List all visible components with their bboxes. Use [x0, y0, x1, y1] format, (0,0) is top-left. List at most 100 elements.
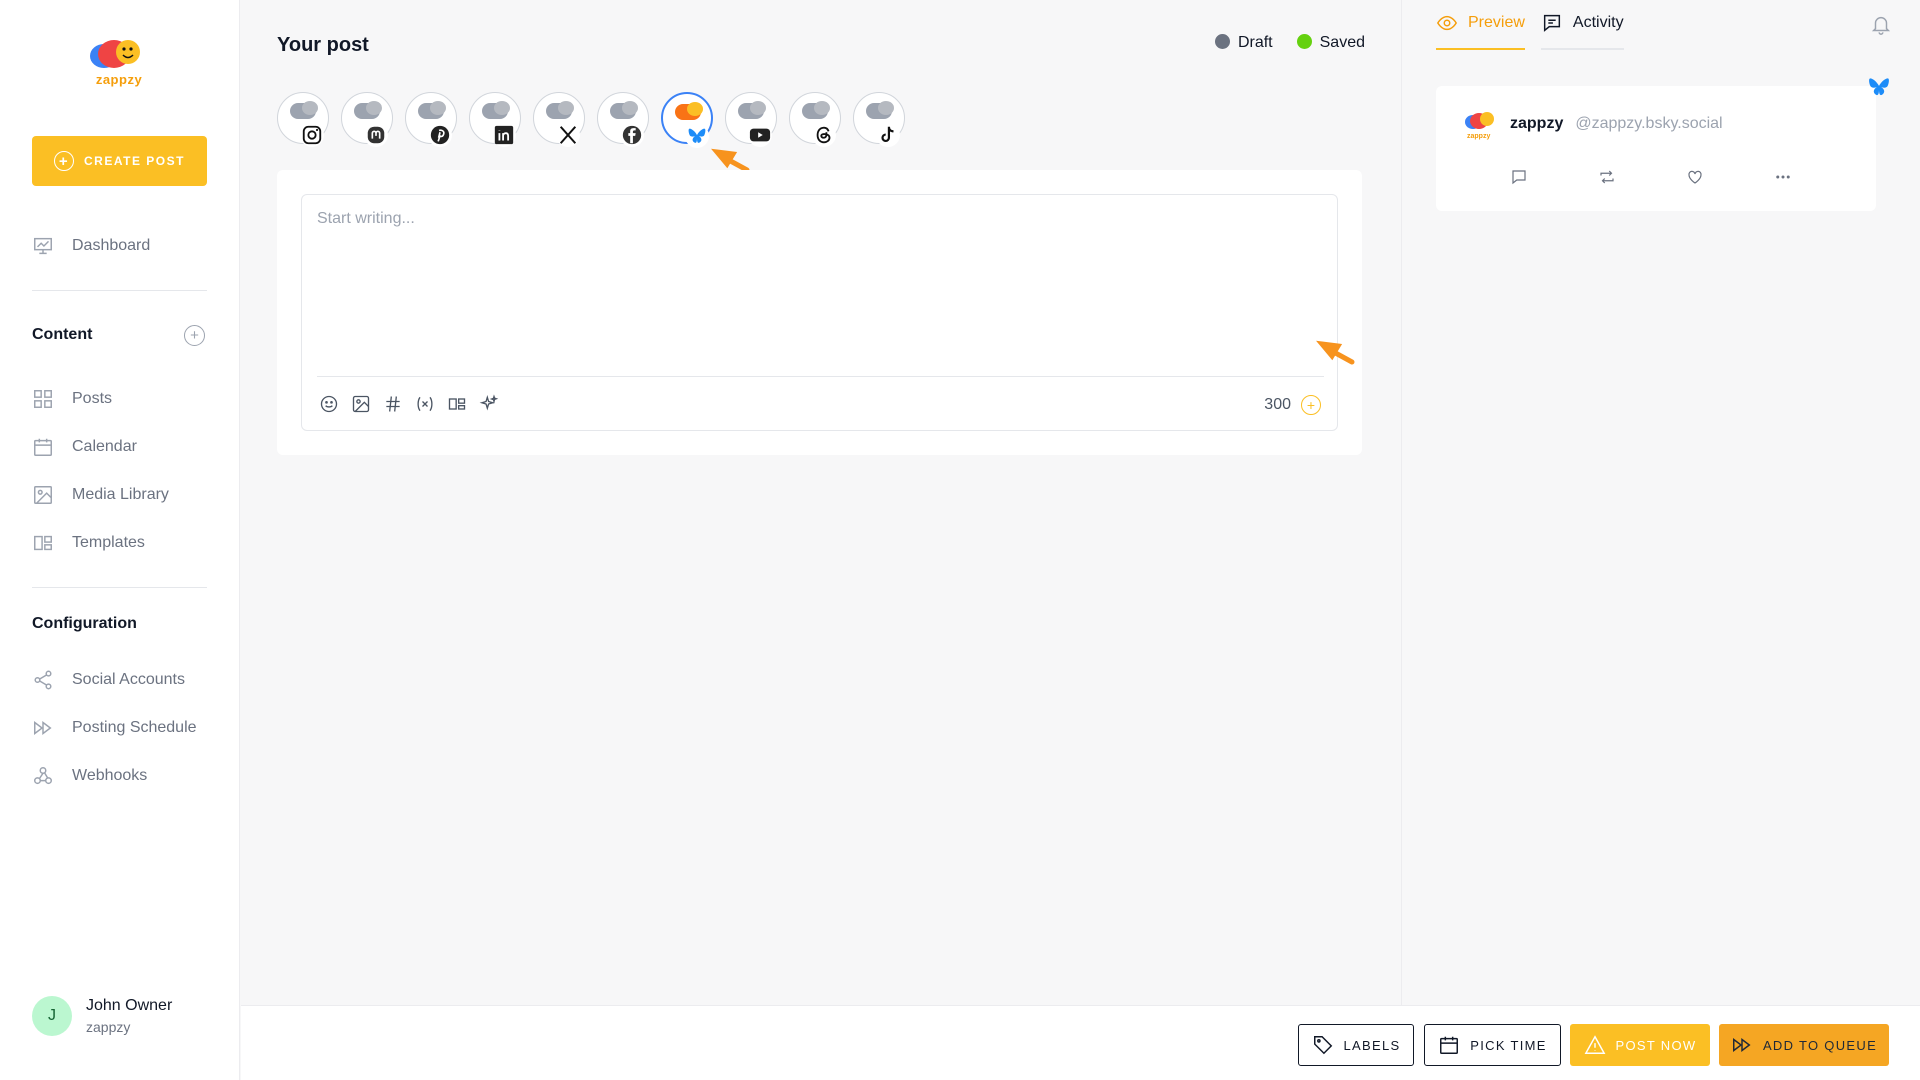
account-x[interactable] [533, 92, 585, 147]
post-now-button[interactable]: POST NOW [1570, 1024, 1710, 1066]
sidebar-divider [32, 290, 207, 291]
tiktok-icon [876, 123, 900, 147]
create-post-button[interactable]: + CREATE POST [32, 136, 207, 186]
svg-text:zappzy: zappzy [1467, 133, 1490, 140]
tab-preview[interactable]: Preview [1436, 0, 1525, 50]
fast-forward-icon [1732, 1038, 1751, 1052]
ai-assist-button[interactable] [478, 393, 500, 415]
character-count: 300 [1264, 396, 1291, 413]
sidebar-item-posts[interactable]: Posts [32, 388, 112, 410]
preview-tabs: Preview Activity [1436, 0, 1624, 50]
zappzy-logo-icon [90, 40, 140, 68]
image-icon [352, 395, 370, 413]
account-facebook[interactable] [597, 92, 649, 147]
account-pinterest[interactable] [405, 92, 457, 147]
sidebar: zappzy + CREATE POST Dashboard Content +… [0, 0, 240, 1080]
more-icon[interactable] [1774, 168, 1792, 186]
post-editor-area: Your post Draft Saved Start writing... 3… [241, 0, 1401, 1005]
status-dot-icon [1214, 34, 1230, 49]
calendar-icon [34, 438, 52, 456]
notifications-button[interactable] [1870, 14, 1892, 36]
hashtag-icon [386, 396, 400, 412]
brand-logo[interactable]: zappzy [84, 36, 154, 92]
sidebar-item-media-library[interactable]: Media Library [32, 484, 169, 506]
sidebar-item-webhooks[interactable]: Webhooks [32, 765, 147, 787]
media-button[interactable] [350, 393, 372, 415]
user-organization: zappzy [86, 1019, 131, 1035]
sidebar-item-social-accounts[interactable]: Social Accounts [32, 669, 185, 691]
pinterest-icon [428, 123, 452, 147]
status-saved: Saved [1296, 34, 1365, 52]
post-status: Draft Saved [1214, 34, 1365, 52]
calendar-icon [1440, 1036, 1459, 1054]
post-editor: 300 + [301, 194, 1338, 431]
editor-toolbar [318, 393, 500, 415]
sidebar-item-label: Dashboard [72, 237, 151, 254]
repost-icon[interactable] [1598, 168, 1616, 186]
account-threads[interactable] [789, 92, 841, 147]
x-icon [556, 123, 580, 147]
post-text-input[interactable] [317, 210, 1317, 360]
add-content-button[interactable]: + [184, 325, 205, 346]
user-profile[interactable]: J John Owner zappzy [32, 996, 172, 1036]
preview-panel: Preview Activity zappzy zappzy @zappzy.b… [1401, 0, 1920, 1005]
bluesky-post-preview: zappzy zappzy @zappzy.bsky.social [1436, 86, 1876, 211]
grid-icon [34, 390, 52, 408]
eye-icon [1436, 15, 1458, 31]
bell-icon [1871, 17, 1891, 35]
account-bluesky[interactable] [661, 92, 713, 148]
sidebar-item-templates[interactable]: Templates [32, 532, 145, 554]
fast-forward-icon [34, 721, 52, 735]
preview-display-name: zappzy [1510, 115, 1564, 132]
configuration-section-title: Configuration [32, 615, 137, 632]
sidebar-item-label: Social Accounts [72, 671, 185, 688]
sidebar-item-posting-schedule[interactable]: Posting Schedule [32, 717, 197, 739]
image-icon [34, 486, 52, 504]
account-selector [277, 92, 905, 148]
facebook-icon [620, 123, 644, 147]
user-name: John Owner [86, 997, 173, 1014]
create-post-label: CREATE POST [84, 154, 185, 168]
sidebar-item-calendar[interactable]: Calendar [32, 436, 137, 458]
add-thread-button[interactable]: + [1301, 395, 1321, 415]
action-bar: LABELS PICK TIME POST NOW ADD TO QUEUE [241, 1005, 1920, 1080]
pick-time-button[interactable]: PICK TIME [1424, 1024, 1561, 1066]
hashtag-button[interactable] [382, 393, 404, 415]
sparkles-icon [479, 394, 499, 411]
tag-icon [1313, 1036, 1332, 1055]
mastodon-icon [364, 123, 388, 147]
sidebar-item-dashboard[interactable]: Dashboard [32, 235, 150, 257]
reply-icon[interactable] [1510, 168, 1528, 186]
avatar: J [32, 996, 72, 1036]
editor-divider [317, 376, 1324, 377]
sidebar-item-label: Templates [72, 534, 145, 551]
emoji-button[interactable] [318, 393, 340, 415]
tab-activity[interactable]: Activity [1540, 0, 1624, 50]
status-draft: Draft [1214, 34, 1273, 52]
status-dot-icon [1296, 34, 1312, 49]
add-to-queue-button[interactable]: ADD TO QUEUE [1719, 1024, 1889, 1066]
account-mastodon[interactable] [341, 92, 393, 147]
account-youtube[interactable] [725, 92, 777, 147]
brand-name: zappzy [95, 72, 143, 87]
templates-icon [448, 398, 466, 410]
variable-icon [417, 396, 433, 412]
smiley-icon [320, 395, 338, 413]
presentation-chart-icon [34, 237, 52, 255]
template-button[interactable] [446, 393, 468, 415]
heart-icon[interactable] [1686, 168, 1704, 186]
account-tiktok[interactable] [853, 92, 905, 147]
sidebar-divider [32, 587, 207, 588]
labels-button[interactable]: LABELS [1298, 1024, 1414, 1066]
webhook-icon [34, 767, 52, 785]
sidebar-item-label: Posts [72, 390, 113, 407]
content-section-title: Content [32, 326, 93, 343]
sidebar-item-label: Media Library [72, 486, 169, 503]
account-linkedin[interactable] [469, 92, 521, 147]
threads-icon [812, 123, 836, 147]
comment-icon [1543, 14, 1560, 32]
account-instagram[interactable] [277, 92, 329, 147]
variable-button[interactable] [414, 393, 436, 415]
character-counter: 300 + [1264, 395, 1321, 415]
youtube-icon [748, 123, 772, 147]
